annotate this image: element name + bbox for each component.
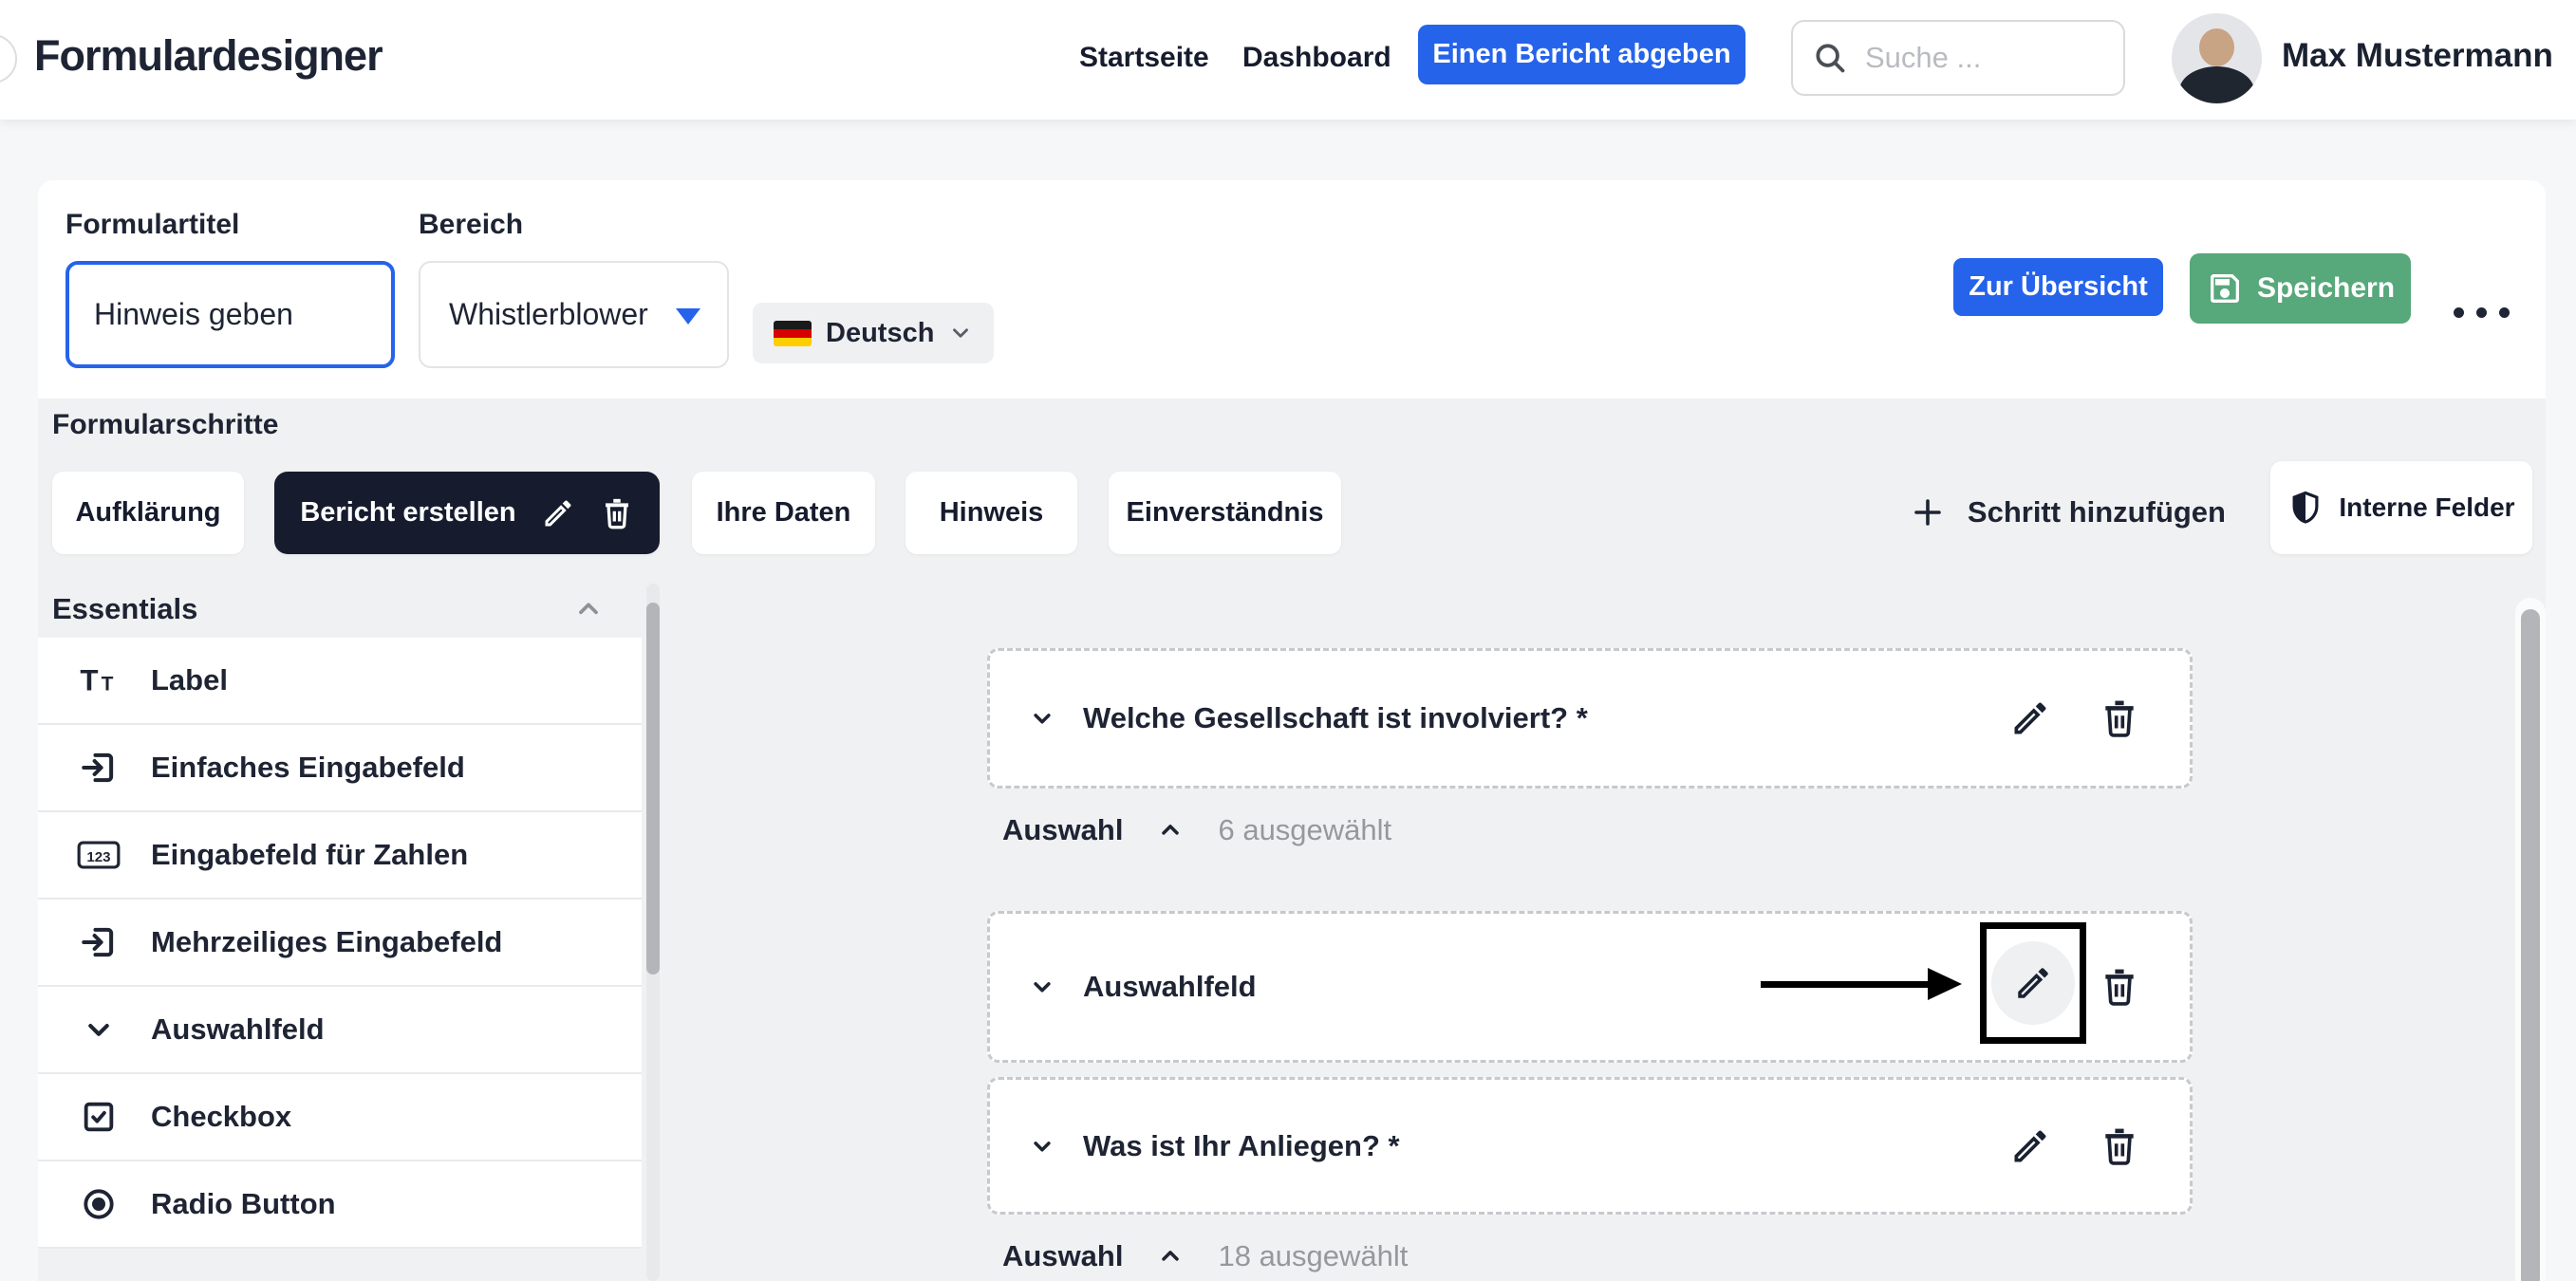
edit-field-icon[interactable]	[2009, 1125, 2051, 1167]
shield-icon	[2287, 490, 2324, 526]
plus-icon	[1911, 495, 1945, 529]
page-title: Formulardesigner	[34, 31, 383, 80]
chevron-down-icon[interactable]	[1028, 1132, 1056, 1160]
field-meta-row: Auswahl 18 ausgewählt	[1002, 1237, 1408, 1275]
palette-list: T T Label Einfaches Eingabefeld 123 Eing…	[38, 638, 642, 1249]
save-icon	[2206, 269, 2244, 307]
step-tab-label: Bericht erstellen	[300, 497, 516, 528]
language-value: Deutsch	[826, 317, 935, 348]
user-name[interactable]: Max Mustermann	[2282, 37, 2553, 75]
chevron-down-icon	[71, 1012, 126, 1048]
svg-text:123: 123	[86, 849, 110, 865]
designer-area: Formularschritte Aufklärung Bericht erst…	[38, 399, 2546, 1281]
search-box[interactable]	[1791, 20, 2125, 96]
step-tab-hinweis[interactable]: Hinweis	[905, 472, 1077, 554]
step-tab-ihre-daten[interactable]: Ihre Daten	[692, 472, 875, 554]
avatar[interactable]	[2172, 13, 2262, 103]
field-card-auswahlfeld[interactable]: Auswahlfeld	[987, 911, 2193, 1063]
selection-label: Auswahl	[1002, 813, 1124, 846]
step-tab-aufklaerung[interactable]: Aufklärung	[52, 472, 244, 554]
delete-field-icon[interactable]	[2099, 697, 2140, 739]
field-label: Welche Gesellschaft ist involviert? *	[1083, 701, 1588, 734]
form-settings-panel: Formulartitel Bereich Whistlerblower Deu…	[38, 180, 2546, 399]
edit-field-icon[interactable]	[1991, 941, 2075, 1025]
more-options-button[interactable]	[2454, 307, 2510, 318]
edge-badge	[0, 34, 17, 84]
palette-item-mehrzeiliges-eingabefeld[interactable]: Mehrzeiliges Eingabefeld	[38, 900, 642, 987]
input-arrow-icon	[71, 922, 126, 962]
palette-item-einfaches-eingabefeld[interactable]: Einfaches Eingabefeld	[38, 725, 642, 812]
chevron-down-icon[interactable]	[1028, 973, 1056, 1001]
chevron-down-icon	[948, 321, 973, 345]
text-style-icon: T T	[71, 664, 126, 696]
add-step-button[interactable]: Schritt hinzufügen	[1911, 486, 2226, 539]
annotation-highlight-box	[1980, 922, 2086, 1044]
palette-item-checkbox[interactable]: Checkbox	[38, 1074, 642, 1161]
selection-label: Auswahl	[1002, 1239, 1124, 1272]
step-tab-einverstaendnis[interactable]: Einverständnis	[1109, 472, 1341, 554]
submit-report-button[interactable]: Einen Bericht abgeben	[1418, 25, 1745, 84]
search-input[interactable]	[1865, 41, 2104, 75]
dropdown-triangle-icon	[676, 307, 700, 325]
delete-field-icon[interactable]	[2099, 966, 2140, 1008]
annotation-arrow	[1761, 968, 1962, 1000]
field-label: Auswahlfeld	[1083, 970, 1257, 1003]
svg-text:T: T	[102, 673, 114, 695]
input-arrow-icon	[71, 748, 126, 788]
delete-step-icon[interactable]	[600, 496, 634, 530]
save-button[interactable]: Speichern	[2190, 253, 2411, 324]
field-meta-row: Auswahl 6 ausgewählt	[1002, 811, 1391, 849]
field-label: Was ist Ihr Anliegen? *	[1083, 1128, 1400, 1162]
palette-group-label: Essentials	[52, 592, 198, 625]
field-card-gesellschaft[interactable]: Welche Gesellschaft ist involviert? *	[987, 648, 2193, 789]
checkbox-icon	[71, 1098, 126, 1136]
chevron-down-icon[interactable]	[1028, 704, 1056, 733]
palette-group-header[interactable]: Essentials	[38, 582, 642, 637]
chevron-up-icon[interactable]	[1157, 1243, 1184, 1270]
language-select[interactable]: Deutsch	[753, 303, 995, 363]
edit-step-icon[interactable]	[541, 496, 575, 530]
form-title-label: Formulartitel	[65, 209, 240, 240]
selection-count: 6 ausgewählt	[1218, 813, 1392, 846]
form-title-input[interactable]	[65, 261, 395, 368]
app-header: Formulardesigner Startseite Dashboard Ei…	[0, 0, 2576, 120]
selection-count: 18 ausgewählt	[1218, 1239, 1409, 1272]
nav-dashboard[interactable]: Dashboard	[1242, 42, 1391, 74]
add-step-label: Schritt hinzufügen	[1967, 495, 2226, 529]
area-select[interactable]: Whistlerblower	[419, 261, 729, 368]
internal-fields-label: Interne Felder	[2339, 492, 2515, 522]
palette-item-eingabefeld-zahlen[interactable]: 123 Eingabefeld für Zahlen	[38, 812, 642, 900]
area-select-value: Whistlerblower	[449, 297, 648, 331]
radio-icon	[71, 1185, 126, 1223]
edit-field-icon[interactable]	[2009, 697, 2051, 739]
sidebar-scrollbar-thumb[interactable]	[646, 603, 660, 975]
internal-fields-button[interactable]: Interne Felder	[2270, 461, 2532, 554]
german-flag-icon	[774, 320, 812, 346]
palette-item-radio-button[interactable]: Radio Button	[38, 1161, 642, 1249]
palette-item-label[interactable]: T T Label	[38, 638, 642, 725]
overview-button[interactable]: Zur Übersicht	[1953, 258, 2163, 316]
number-123-icon: 123	[71, 838, 126, 872]
search-icon	[1812, 40, 1848, 76]
main-scrollbar-thumb[interactable]	[2521, 609, 2540, 1281]
area-label: Bereich	[419, 209, 524, 240]
avatar-head	[2199, 28, 2234, 66]
step-tab-bericht-erstellen-active[interactable]: Bericht erstellen	[274, 472, 660, 554]
nav-startseite[interactable]: Startseite	[1079, 42, 1209, 74]
field-card-anliegen[interactable]: Was ist Ihr Anliegen? *	[987, 1077, 2193, 1215]
steps-section-label: Formularschritte	[52, 409, 279, 440]
chevron-up-icon[interactable]	[1157, 817, 1184, 844]
avatar-body	[2179, 66, 2254, 103]
delete-field-icon[interactable]	[2099, 1125, 2140, 1167]
chevron-up-icon	[573, 594, 604, 624]
svg-text:T: T	[80, 664, 98, 696]
palette-item-auswahlfeld[interactable]: Auswahlfeld	[38, 987, 642, 1074]
save-button-label: Speichern	[2256, 272, 2396, 304]
